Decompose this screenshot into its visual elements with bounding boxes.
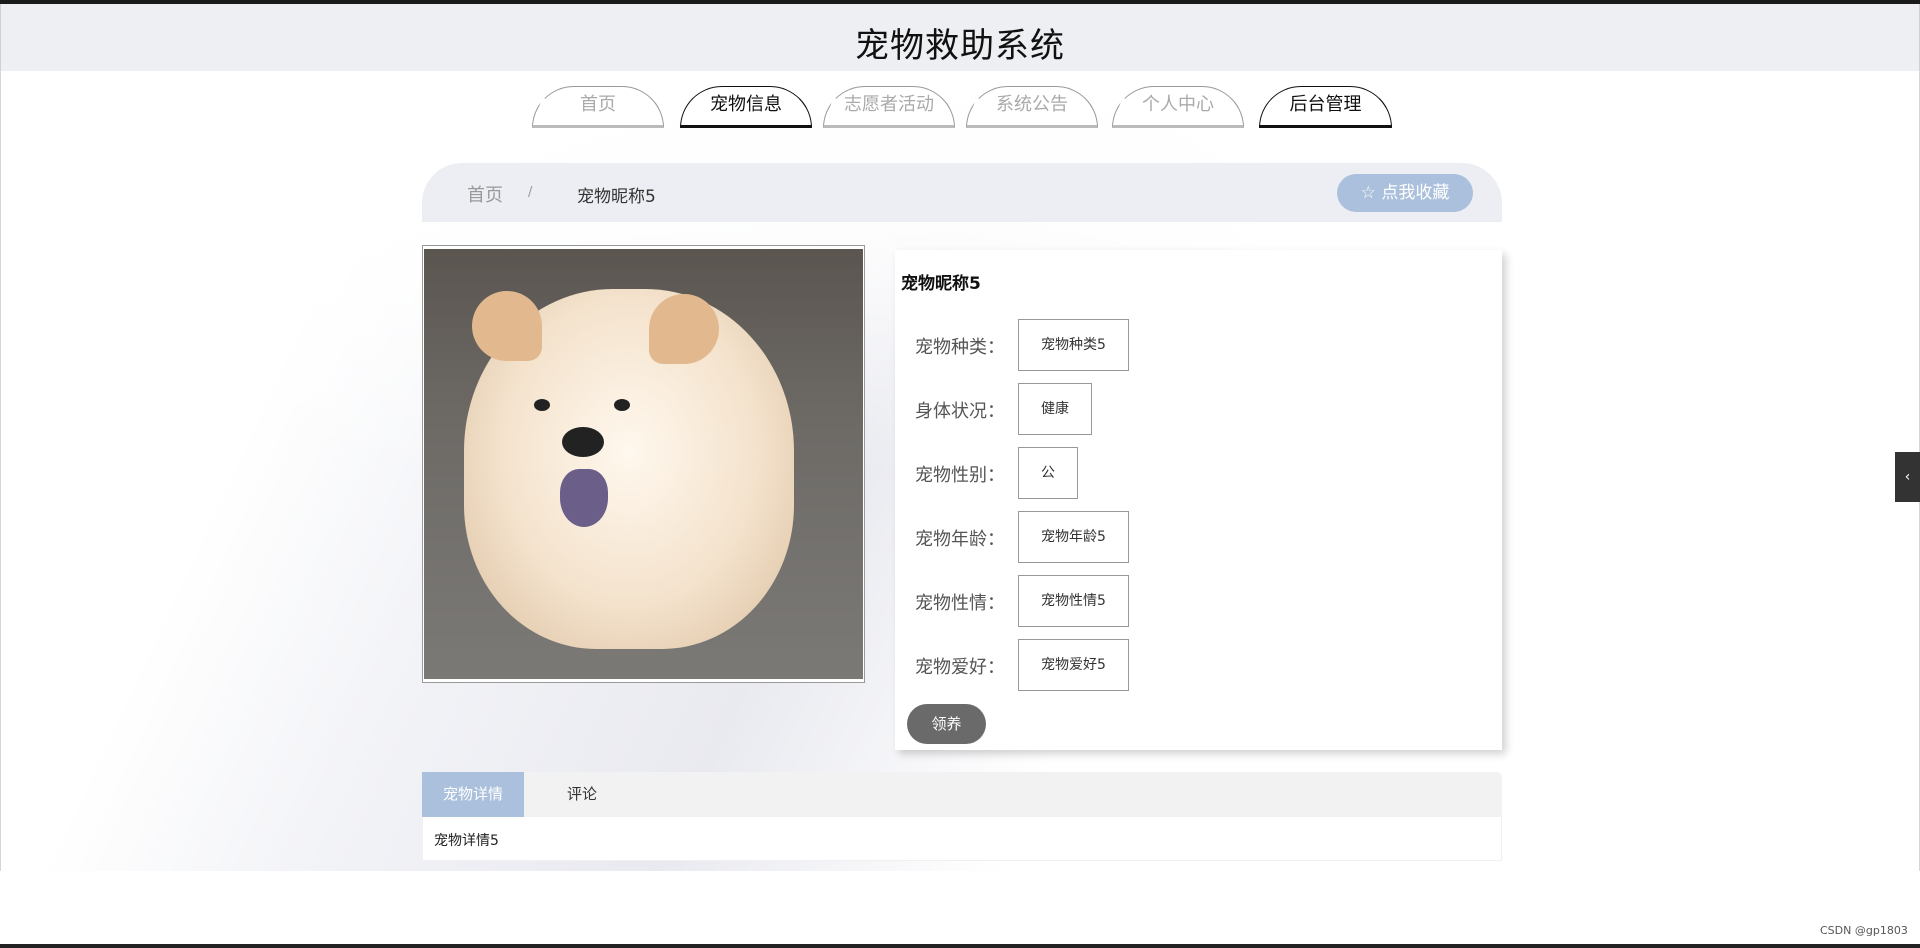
field-value-age: 宠物年龄5 [1018, 511, 1129, 563]
nav-item-volunteer-activity[interactable]: 志愿者活动 [823, 86, 955, 128]
field-label-hobby: 宠物爱好： [915, 657, 1005, 678]
watermark: CSDN @gp1803 [1820, 924, 1908, 937]
favorite-button[interactable]: ☆ 点我收藏 [1337, 174, 1473, 212]
chevron-left-icon: ‹ [1904, 469, 1911, 485]
pet-name: 宠物昵称5 [901, 274, 981, 294]
pet-image [424, 249, 863, 679]
adopt-button[interactable]: 领养 [907, 704, 986, 744]
pet-photo [422, 245, 865, 683]
tab-pet-details[interactable]: 宠物详情 [422, 772, 524, 817]
site-header: 宠物救助系统 [0, 4, 1920, 71]
field-value-gender: 公 [1018, 447, 1078, 499]
breadcrumb: 首页 / 宠物昵称5 ☆ 点我收藏 [422, 163, 1502, 222]
field-label-gender: 宠物性别： [915, 465, 1005, 486]
nav-item-pet-info[interactable]: 宠物信息 [680, 86, 812, 128]
field-label-health: 身体状况： [915, 401, 1005, 422]
tab-content: 宠物详情5 [422, 817, 1502, 861]
tab-comments[interactable]: 评论 [542, 772, 622, 817]
nav-item-announcements[interactable]: 系统公告 [966, 86, 1098, 128]
breadcrumb-separator: / [528, 185, 533, 200]
field-label-age: 宠物年龄： [915, 529, 1005, 550]
field-value-temperament: 宠物性情5 [1018, 575, 1129, 627]
breadcrumb-home-link[interactable]: 首页 [467, 181, 503, 207]
field-value-hobby: 宠物爱好5 [1018, 639, 1129, 691]
detail-tabs: 宠物详情 评论 [422, 772, 1502, 817]
field-label-temperament: 宠物性情： [915, 593, 1005, 614]
pet-info-panel: 宠物昵称5 宠物种类： 宠物种类5 身体状况： 健康 宠物性别： 公 宠物年龄：… [895, 250, 1502, 750]
pet-details-text: 宠物详情5 [434, 833, 499, 849]
window-bottom-border [0, 944, 1920, 948]
nav-item-personal-center[interactable]: 个人中心 [1112, 86, 1244, 128]
site-title: 宠物救助系统 [855, 26, 1065, 66]
nav-item-home[interactable]: 首页 [532, 86, 664, 128]
field-label-type: 宠物种类： [915, 337, 1005, 358]
page-bottom-area [0, 871, 1920, 948]
nav-item-admin[interactable]: 后台管理 [1259, 86, 1392, 128]
field-value-type: 宠物种类5 [1018, 319, 1129, 371]
sidebar-toggle-button[interactable]: ‹ [1895, 452, 1920, 502]
breadcrumb-current: 宠物昵称5 [577, 187, 656, 207]
field-value-health: 健康 [1018, 383, 1092, 435]
